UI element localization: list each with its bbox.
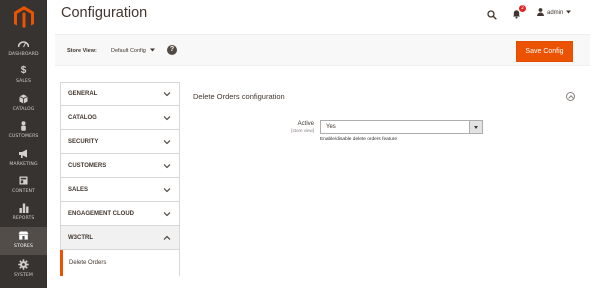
gear-icon [18,259,29,270]
nav-label: CUSTOMERS [8,134,39,139]
tab-sales[interactable]: SALES [60,178,180,202]
nav-item-catalog[interactable]: CATALOG [0,90,47,118]
nav-item-sales[interactable]: $ SALES [0,62,47,90]
notifications-count-badge: 2 [519,5,526,12]
save-config-button[interactable]: Save Config [516,41,573,62]
nav-label: STORES [14,244,33,249]
nav-label: DASHBOARD [8,52,39,57]
tab-label: SECURITY [68,138,99,145]
nav-item-marketing[interactable]: MARKETING [0,145,47,173]
user-name: admin [547,10,564,16]
chevron-down-icon [566,10,572,16]
store-view-bar: Store View: Default Config ? Save Config [55,34,590,66]
field-comment: Enable/disable delete orders feature [320,137,398,142]
dollar-icon: $ [20,64,27,76]
chevron-down-icon [163,92,171,97]
nav-label: SYSTEM [14,273,33,278]
chevron-down-icon [163,187,171,192]
tab-catalog[interactable]: CATALOG [60,106,180,130]
tab-label: CATALOG [68,114,97,121]
user-menu[interactable]: admin [537,8,572,18]
tab-label: CUSTOMERS [68,162,107,169]
layout-icon [19,175,28,186]
store-view-label: Store View: [67,48,97,54]
nav-label: SALES [15,79,32,84]
megaphone-icon [18,148,29,159]
admin-sidebar: DASHBOARD $ SALES CATALOG CUSTOMERS MARK… [0,0,47,288]
tab-security[interactable]: SECURITY [60,130,180,154]
nav-item-stores[interactable]: STORES [0,227,47,255]
store-icon [18,230,29,241]
chevron-down-icon [163,211,171,216]
nav-item-content[interactable]: CONTENT [0,172,47,200]
search-icon[interactable] [487,7,497,25]
tab-label: GENERAL [68,91,98,97]
nav-label: REPORTS [12,216,35,221]
nav-item-customers[interactable]: CUSTOMERS [0,117,47,145]
dashboard-icon [18,38,29,49]
chevron-down-icon [163,115,171,120]
tab-label: ENGAGEMENT CLOUD [68,210,134,217]
nav-item-reports[interactable]: REPORTS [0,199,47,227]
chevron-down-icon [149,48,155,54]
tab-label: W3CTRL [68,234,93,241]
magento-logo-icon[interactable] [11,4,37,30]
active-select[interactable]: Yes [320,120,483,134]
select-value: Yes [326,124,336,130]
chevron-down-icon [163,163,171,168]
help-icon[interactable]: ? [167,45,177,55]
nav-item-system[interactable]: SYSTEM [0,256,47,284]
config-tabs: GENERAL CATALOG SECURITY CUSTOMERS SALES… [60,82,180,276]
chevron-up-icon [163,235,171,240]
field-label-active: Active [297,121,314,127]
person-icon [20,120,27,131]
nav-item-dashboard[interactable]: DASHBOARD [0,35,47,63]
app-window: DASHBOARD $ SALES CATALOG CUSTOMERS MARK… [0,0,600,288]
field-scope: [store view] [291,128,314,133]
nav-label: CATALOG [12,107,35,112]
store-view-switcher[interactable]: Default Config [111,48,155,54]
page-title: Configuration [61,5,148,21]
user-icon [537,8,544,18]
subtab-delete-orders[interactable]: Delete Orders [60,250,180,276]
cube-icon [19,93,28,104]
section-title[interactable]: Delete Orders configuration [193,92,285,101]
nav-label: CONTENT [12,189,35,194]
tab-label: SALES [68,186,89,193]
store-view-value: Default Config [111,48,146,54]
chevron-down-icon [163,139,171,144]
tab-w3ctrl[interactable]: W3CTRL [60,226,180,250]
tab-engagement-cloud[interactable]: ENGAGEMENT CLOUD [60,202,180,226]
select-arrow-icon [469,121,482,133]
bar-chart-icon [19,202,29,213]
tab-customers[interactable]: CUSTOMERS [60,154,180,178]
nav-label: MARKETING [9,162,38,167]
collapse-toggle-icon[interactable] [566,92,575,101]
tab-general[interactable]: GENERAL [60,82,180,106]
